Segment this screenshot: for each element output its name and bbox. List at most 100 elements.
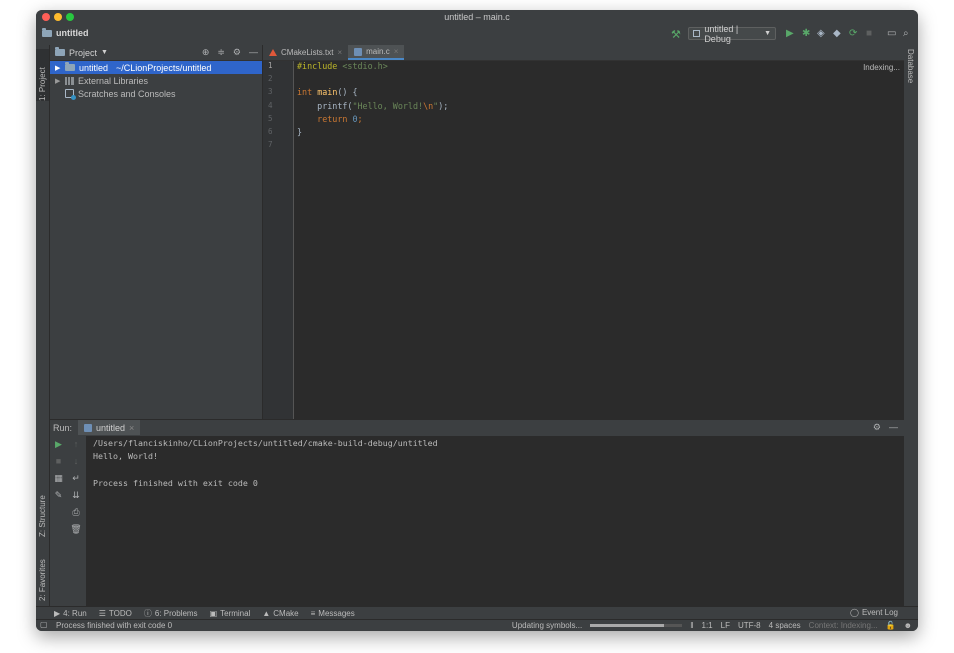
gear-icon[interactable]: ⚙ <box>873 422 881 433</box>
attach-icon[interactable]: ⟳ <box>849 28 857 39</box>
project-tool-tab[interactable]: 1: Project <box>36 49 49 101</box>
info-icon: ⓘ <box>143 608 152 618</box>
stop-icon[interactable]: ■ <box>866 28 872 39</box>
run-toolbar-right: ↑ ↓ ↵ ⇊ ⎙ 🗑 <box>67 436 85 610</box>
line-number: 7 <box>268 140 273 150</box>
tab-cmake-label: CMake <box>273 608 299 618</box>
close-icon[interactable]: × <box>337 48 342 57</box>
tab-problems[interactable]: ⓘ 6: Problems <box>144 608 198 619</box>
nav-project-breadcrumb[interactable]: untitled <box>42 27 89 38</box>
pause-icon[interactable]: ‖ <box>690 621 693 630</box>
config-icon <box>693 30 701 37</box>
layout-icon[interactable]: ▭ <box>887 28 896 39</box>
console-line: Hello, World! <box>93 451 158 462</box>
arrow-down-icon[interactable]: ↓ <box>74 456 79 467</box>
scroll-to-end-icon[interactable]: ⇊ <box>72 490 80 501</box>
tab-messages-label: Messages <box>318 608 355 618</box>
run-tab-untitled[interactable]: untitled × <box>78 420 141 435</box>
context-status[interactable]: Context: Indexing... <box>809 621 878 630</box>
collapse-all-icon[interactable]: ≑ <box>217 47 225 58</box>
locate-icon[interactable]: ⊕ <box>202 47 210 58</box>
caret-position[interactable]: 1:1 <box>702 621 713 630</box>
stop-icon[interactable]: ■ <box>56 456 61 467</box>
lock-icon[interactable]: 🔓 <box>886 621 896 630</box>
code-text-area[interactable]: #include <stdio.h> int main() { printf("… <box>297 61 448 153</box>
run-tool-window: Run: untitled × ⚙ — ▶ ■ ▦ ✎ ↑ ↓ ↵ ⇊ ⎙ 🗑 <box>50 419 904 607</box>
line-gutter[interactable]: 1 2 3 4 5 6 7 <box>263 61 294 419</box>
background-task-progress[interactable] <box>590 624 683 627</box>
navigation-bar: untitled ⚒ untitled | Debug ▼ ▶ ✱ ◈ ◆ ⟳ … <box>36 24 918 46</box>
editor-area: CMakeLists.txt × main.c × 1 2 3 4 5 6 7 … <box>263 45 904 419</box>
tree-item-scratches[interactable]: Scratches and Consoles <box>50 87 262 100</box>
cmake-icon: ▲ <box>262 608 271 618</box>
tree-item-path: ~/CLionProjects/untitled <box>116 62 212 73</box>
status-bar: ▢ Process finished with exit code 0 Upda… <box>36 619 918 631</box>
run-configuration-label: untitled | Debug <box>704 23 739 44</box>
file-encoding[interactable]: UTF-8 <box>738 621 761 630</box>
status-message[interactable]: Process finished with exit code 0 <box>56 621 172 630</box>
pin-icon[interactable]: ✎ <box>55 490 63 501</box>
project-view-select[interactable]: Project <box>69 48 97 58</box>
tree-item-external-libraries[interactable]: ▶ External Libraries <box>50 74 262 87</box>
run-tab-label: untitled <box>96 422 126 433</box>
build-hammer-icon[interactable]: ⚒ <box>671 28 681 41</box>
console-line: /Users/flanciskinho/CLionProjects/untitl… <box>93 438 438 448</box>
tab-main-c[interactable]: main.c × <box>348 45 405 60</box>
run-configuration-select[interactable]: untitled | Debug ▼ <box>688 24 776 44</box>
window-title: untitled – main.c <box>444 12 510 22</box>
layout-icon[interactable]: ▦ <box>54 473 63 484</box>
arrow-up-icon[interactable]: ↑ <box>74 439 79 450</box>
tab-messages[interactable]: ≡ Messages <box>311 609 355 618</box>
profile-icon[interactable]: ◆ <box>833 28 841 39</box>
hide-icon[interactable]: — <box>889 422 898 433</box>
tab-cmakelists[interactable]: CMakeLists.txt × <box>263 45 348 60</box>
tab-terminal-label: Terminal <box>220 608 251 618</box>
line-number: 4 <box>268 100 273 110</box>
chevron-right-icon[interactable]: ▶ <box>55 64 61 72</box>
favorites-tool-tab[interactable]: 2: Favorites <box>36 545 49 601</box>
chevron-right-icon[interactable]: ▶ <box>55 77 61 85</box>
tab-problems-label: 6: Problems <box>154 608 198 618</box>
rerun-icon[interactable]: ▶ <box>55 439 62 450</box>
run-icon[interactable]: ▶ <box>786 28 794 39</box>
close-icon[interactable]: × <box>394 47 399 56</box>
trash-icon[interactable]: 🗑 <box>70 524 81 535</box>
tab-run[interactable]: ▶ 4: Run <box>54 609 87 618</box>
structure-tool-tab[interactable]: Z: Structure <box>36 477 49 537</box>
print-icon[interactable]: ⎙ <box>72 507 79 518</box>
tree-item-label: untitled <box>79 62 109 73</box>
play-icon: ▶ <box>54 608 61 618</box>
tree-item-untitled[interactable]: ▶ untitled ~/CLionProjects/untitled <box>50 61 262 74</box>
tab-terminal[interactable]: ▣ Terminal <box>210 609 251 618</box>
line-number: 3 <box>268 87 273 97</box>
folder-icon <box>42 27 52 37</box>
debug-icon[interactable]: ✱ <box>802 28 810 39</box>
terminal-icon: ▣ <box>209 608 218 618</box>
event-log-icon: ◯ <box>850 608 859 617</box>
chevron-down-icon: ▼ <box>764 30 771 37</box>
database-tool-tab[interactable]: Database <box>906 49 915 83</box>
hide-icon[interactable]: — <box>249 47 258 58</box>
coverage-icon[interactable]: ◈ <box>817 28 825 39</box>
inspector-icon[interactable]: ☻ <box>904 621 912 630</box>
left-tool-strip: 1: Project Z: Structure 2: Favorites <box>36 45 50 618</box>
line-number: 1 <box>268 61 273 70</box>
run-console-output[interactable]: /Users/flanciskinho/CLionProjects/untitl… <box>86 436 904 607</box>
event-log-button[interactable]: ◯ Event Log <box>850 608 898 617</box>
background-task-label[interactable]: Updating symbols... <box>512 621 582 630</box>
tab-todo[interactable]: ☰ TODO <box>99 609 132 618</box>
folder-icon <box>65 62 75 71</box>
code-line: } <box>297 126 303 137</box>
toggle-tool-windows-icon[interactable]: ▢ <box>40 620 48 629</box>
search-icon[interactable]: ⌕ <box>903 28 909 39</box>
soft-wrap-icon[interactable]: ↵ <box>72 473 80 484</box>
close-icon[interactable]: × <box>129 423 134 433</box>
indent-setting[interactable]: 4 spaces <box>769 621 801 630</box>
line-separator[interactable]: LF <box>721 621 730 630</box>
tab-cmake[interactable]: ▲ CMake <box>262 609 298 618</box>
run-panel-header: Run: untitled × ⚙ — <box>50 420 904 435</box>
gear-icon[interactable]: ⚙ <box>233 47 241 58</box>
